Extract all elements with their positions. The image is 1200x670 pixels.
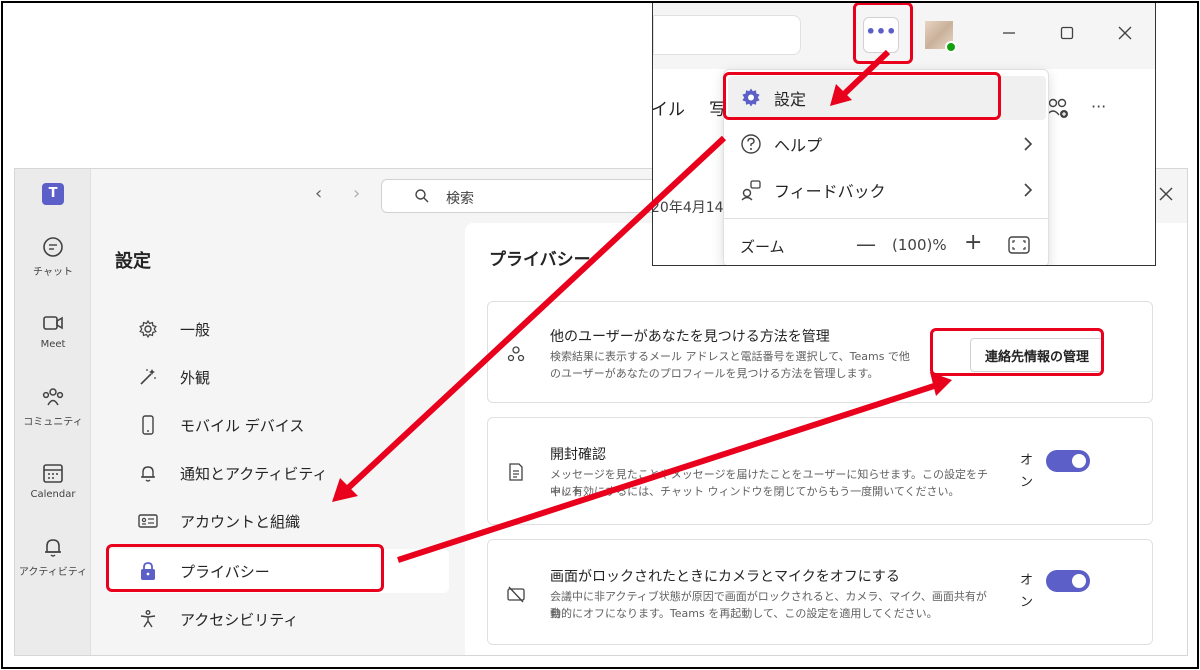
toggle-knob: [1072, 574, 1086, 588]
read-receipts-title: 開封確認: [550, 447, 606, 463]
lock-camera-title: 画面がロックされたときにカメラとマイクをオフにする: [550, 569, 900, 585]
minimize-icon[interactable]: [1001, 25, 1017, 41]
settings-nav-label: アクセシビリティ: [180, 610, 299, 629]
privacy-panel: プライバシー 他のユーザーがあなたを見つける方法を管理 検索結果に表示するメール…: [465, 223, 1187, 655]
lock-camera-toggle[interactable]: [1046, 570, 1090, 592]
settings-nav-account[interactable]: アカウントと組織: [107, 499, 449, 543]
settings-nav-label: アカウントと組織: [180, 512, 301, 531]
help-icon: [741, 134, 761, 154]
chevron-right-icon: [1024, 183, 1033, 197]
app-rail: T チャット Meet コミュニティ Calendar アクティビティ: [15, 169, 91, 655]
rail-item-activity[interactable]: アクティビティ: [15, 535, 91, 578]
read-receipts-card: 開封確認 メッセージを見たことやメッセージを届けたことをユーザーに知らせます。こ…: [487, 417, 1153, 525]
community-icon: [42, 388, 64, 406]
read-receipt-icon: [509, 463, 523, 481]
bg-date-fragment: 20年4月14: [652, 200, 724, 216]
presence-available-icon: [945, 41, 957, 53]
menu-label-settings: 設定: [774, 90, 807, 109]
read-receipts-toggle[interactable]: [1046, 450, 1090, 472]
calendar-icon: [43, 464, 63, 483]
close-icon[interactable]: [1159, 187, 1173, 201]
zoom-out-button[interactable]: —: [856, 232, 876, 256]
bell-icon: [141, 466, 155, 482]
settings-nav-label: プライバシー: [180, 562, 270, 581]
zoom-in-button[interactable]: +: [964, 230, 982, 255]
phone-icon: [142, 415, 154, 435]
settings-nav-notifications[interactable]: 通知とアクティビティ: [107, 451, 449, 495]
rail-item-chat[interactable]: チャット: [15, 235, 91, 278]
feedback-icon: [741, 180, 761, 201]
camera-off-icon: [507, 586, 525, 603]
chevron-right-icon: [1024, 137, 1033, 151]
zoom-label: ズーム: [740, 238, 785, 256]
menu-item-settings[interactable]: 設定: [728, 76, 1046, 120]
gear-icon: [742, 88, 760, 107]
settings-nav-mobile-devices[interactable]: モバイル デバイス: [107, 403, 449, 447]
settings-nav-appearance[interactable]: 外観: [107, 355, 449, 399]
bell-icon: [45, 539, 61, 557]
discoverability-card: 他のユーザーがあなたを見つける方法を管理 検索結果に表示するメール アドレスと電…: [487, 301, 1153, 403]
rail-label-chat: チャット: [33, 267, 73, 278]
more-options-menu: 設定 ヘルプ フィードバック ズーム — (100)% +: [723, 69, 1050, 265]
maximize-icon[interactable]: [1059, 25, 1075, 41]
discoverability-desc-line-2: のユーザーがあなたのプロフィールを見つける方法を管理します。: [550, 367, 879, 380]
settings-nav-general[interactable]: 一般: [107, 307, 449, 351]
toggle-knob: [1072, 454, 1086, 468]
discoverability-desc-line-1: 検索結果に表示するメール アドレスと電話番号を選択して、Teams で他: [550, 350, 910, 363]
rail-label-activity: アクティビティ: [18, 567, 88, 578]
magic-wand-icon: [140, 369, 156, 385]
rail-item-calendar[interactable]: Calendar: [15, 461, 91, 500]
teams-logo-icon: T: [42, 183, 64, 205]
back-arrow-icon[interactable]: ‹: [315, 183, 322, 204]
menu-item-help[interactable]: ヘルプ: [728, 122, 1046, 166]
rail-label-calendar: Calendar: [30, 489, 76, 500]
menu-label-feedback: フィードバック: [774, 182, 886, 201]
more-options-button[interactable]: •••: [863, 17, 899, 53]
rail-item-community[interactable]: コミュニティ: [15, 385, 91, 428]
settings-nav-label: 通知とアクティビティ: [180, 464, 328, 483]
menu-divider: [724, 218, 1050, 219]
rail-item-meet[interactable]: Meet: [15, 311, 91, 350]
settings-nav-label: 外観: [180, 368, 211, 387]
manage-contact-info-button[interactable]: 連絡先情報の管理: [969, 338, 1104, 372]
lock-camera-state: オン: [1020, 573, 1034, 610]
close-icon[interactable]: [1117, 25, 1133, 41]
read-receipts-state: オン: [1020, 453, 1034, 490]
settings-title: 設定: [115, 251, 151, 272]
video-icon: [43, 316, 63, 330]
rail-label-meet: Meet: [40, 339, 66, 350]
settings-nav-privacy[interactable]: プライバシー: [107, 549, 449, 593]
read-receipts-desc-line-2: 中に有効にするには、チャット ウィンドウを閉じてからもう一度開いてください。: [550, 485, 960, 498]
overlay-search-field[interactable]: [653, 15, 801, 55]
zoom-value: (100)%: [892, 236, 947, 254]
privacy-heading: プライバシー: [489, 250, 591, 270]
settings-nav-label: モバイル デバイス: [180, 416, 305, 435]
lock-camera-card: 画面がロックされたときにカメラとマイクをオフにする 会議中に非アクティブ状態が原…: [487, 539, 1153, 645]
settings-nav-label: 一般: [180, 320, 211, 339]
menu-zoom-window: ••• イル 写 20年4月14 ··· 設定 ヘルプ フィードバック ズーム …: [652, 2, 1156, 266]
fullscreen-icon[interactable]: [1008, 236, 1030, 254]
id-card-icon: [138, 514, 158, 528]
rail-label-community: コミュニティ: [23, 417, 83, 428]
lock-camera-desc-line-2: 動的にオフになります。Teams を再起動して、この設定を適用してください。: [550, 607, 938, 620]
bg-tab-fragment-1: イル: [652, 100, 685, 120]
search-icon: [415, 189, 429, 203]
settings-nav-accessibility[interactable]: アクセシビリティ: [107, 597, 449, 641]
search-placeholder: 検索: [446, 191, 474, 207]
forward-arrow-icon[interactable]: ›: [353, 183, 360, 204]
more-horizontal-icon[interactable]: ···: [1091, 97, 1106, 116]
discoverability-title: 他のユーザーがあなたを見つける方法を管理: [550, 329, 830, 345]
chat-icon: [43, 237, 63, 257]
menu-label-help: ヘルプ: [774, 136, 823, 155]
accessibility-icon: [140, 610, 156, 628]
people-search-icon: [507, 346, 525, 362]
gear-icon: [139, 319, 157, 339]
lock-icon: [141, 562, 155, 580]
menu-item-feedback[interactable]: フィードバック: [728, 168, 1046, 212]
